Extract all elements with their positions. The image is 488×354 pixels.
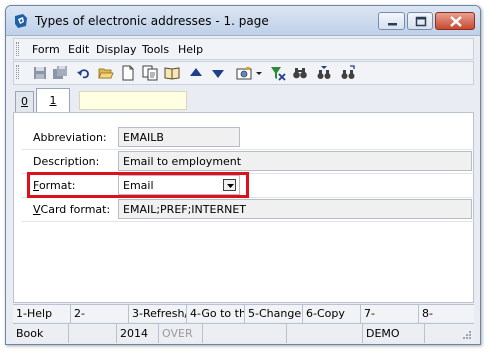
status-bar: Book 2014 OVER DEMO [13,323,474,343]
find-icon[interactable] [292,65,308,81]
arrow-down-icon[interactable] [210,65,226,81]
fkey-4[interactable]: 4-Go to the [187,305,245,323]
toolbar [13,61,474,85]
tab-strip: 0 1 [13,88,474,112]
menu-bar: Form Edit Display Tools Help [13,38,474,60]
minimize-icon [388,23,397,26]
tab-0-label: 0 [21,95,28,108]
title-bar[interactable]: Types of electronic addresses - 1. page [6,6,480,36]
tab-info-area [79,91,187,110]
abbreviation-field[interactable]: EMAILB [118,127,240,147]
status-mode: Book [13,324,69,343]
fkey-6[interactable]: 6-Copy [303,305,361,323]
close-icon [450,16,462,27]
app-window: Types of electronic addresses - 1. page … [5,5,481,345]
form-panel: Abbreviation: EMAILB Description: Email … [13,112,474,303]
tab-1-label: 1 [49,94,57,107]
status-year: 2014 [117,324,159,343]
minimize-button[interactable] [378,12,405,30]
menu-tools[interactable]: Tools [142,43,169,56]
menubar-grip[interactable] [16,42,19,56]
status-field-5 [203,324,287,343]
menu-help[interactable]: Help [178,43,203,56]
find-replace-icon[interactable] [340,65,356,81]
menu-display[interactable]: Display [96,43,137,56]
maximize-button[interactable] [407,12,433,30]
save-all-icon[interactable] [52,65,68,81]
new-document-icon[interactable] [120,65,136,81]
fkey-8[interactable]: 8- [419,305,474,323]
find-next-icon[interactable] [316,65,332,81]
row-divider [22,149,474,150]
abbreviation-label: Abbreviation: [33,131,107,144]
fkey-2[interactable]: 2- [71,305,129,323]
vcard-label-rest: Card format: [40,203,111,216]
status-field-2 [69,324,117,343]
description-field[interactable]: Email to employment [118,151,472,171]
close-button[interactable] [435,12,475,30]
save-icon[interactable] [32,65,48,81]
filter-icon[interactable] [270,65,286,81]
fkey-7[interactable]: 7- [361,305,419,323]
window-title: Types of electronic addresses - 1. page [35,14,269,28]
fkey-5[interactable]: 5-Change [245,305,303,323]
book-icon[interactable] [164,65,180,81]
vcard-label: VCard format: [33,203,111,216]
arrow-up-icon[interactable] [188,65,204,81]
menu-edit[interactable]: Edit [68,43,89,56]
toolbar-grip[interactable] [16,65,19,79]
app-logo-icon [13,13,29,29]
open-folder-icon[interactable] [98,65,114,81]
function-key-bar: 1-Help 2- 3-Refresh/F 4-Go to the 5-Chan… [13,304,474,323]
fkey-1[interactable]: 1-Help [13,305,71,323]
tab-1[interactable]: 1 [36,88,70,112]
camera-icon[interactable] [236,65,252,81]
status-overwrite: OVER [159,324,203,343]
description-label: Description: [33,155,100,168]
undo-icon[interactable] [76,65,92,81]
menu-form[interactable]: Form [32,43,60,56]
vcard-field[interactable]: EMAIL;PREF;INTERNET [118,199,472,219]
format-highlight [27,172,249,198]
size-grip-icon[interactable] [462,330,472,340]
row-divider [22,221,474,222]
tab-0[interactable]: 0 [15,91,34,112]
status-database: DEMO [363,324,425,343]
copy-icon[interactable] [142,65,158,81]
fkey-3[interactable]: 3-Refresh/F [129,305,187,323]
dropdown-arrow-icon[interactable] [254,65,264,81]
status-field-6 [287,324,363,343]
